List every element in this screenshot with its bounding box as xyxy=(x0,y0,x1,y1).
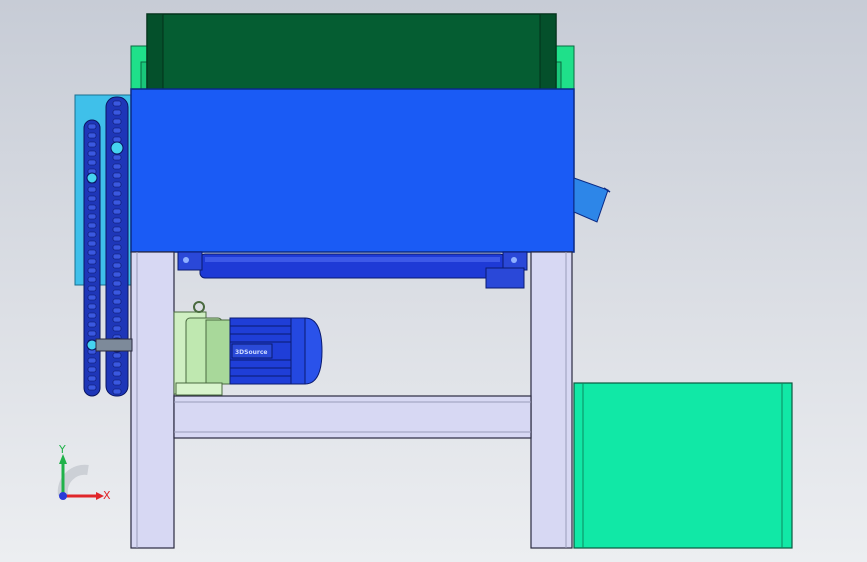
cad-viewport[interactable]: 3DSource Y X xyxy=(0,0,867,562)
chain-link xyxy=(87,312,97,319)
triad-y-label: Y xyxy=(58,443,66,456)
roller-bearing-left xyxy=(177,251,203,271)
chain-link xyxy=(87,195,97,202)
chain-link xyxy=(112,316,122,323)
chain-drive xyxy=(83,96,133,397)
chain-link xyxy=(87,159,97,166)
triad-origin-icon xyxy=(59,492,67,500)
sprocket-top-hub xyxy=(110,141,124,155)
chain-link xyxy=(112,361,122,368)
chain-link xyxy=(112,172,122,179)
chain-link xyxy=(112,100,122,107)
chain-link xyxy=(112,208,122,215)
chain-link xyxy=(87,141,97,148)
sprocket-mid-hub xyxy=(86,172,98,184)
chain-link xyxy=(112,370,122,377)
chain-link xyxy=(112,163,122,170)
chain-link xyxy=(112,352,122,359)
chain-link xyxy=(87,276,97,283)
drive-shaft xyxy=(95,338,133,352)
chain-link xyxy=(87,330,97,337)
chain-link xyxy=(112,109,122,116)
roller-highlight xyxy=(205,257,500,262)
chain-link xyxy=(87,321,97,328)
lifting-eye-icon xyxy=(193,301,205,313)
chain-link xyxy=(87,150,97,157)
chain-link xyxy=(112,289,122,296)
bearing-bolt-left xyxy=(183,257,189,263)
triad-rotation-arc xyxy=(57,464,89,496)
chain-link xyxy=(112,325,122,332)
chain-link xyxy=(112,244,122,251)
triad-x-label: X xyxy=(103,489,111,502)
chain-link xyxy=(112,307,122,314)
chain-link xyxy=(112,253,122,260)
roller-mount-right xyxy=(485,267,525,289)
chain-link xyxy=(112,154,122,161)
chain-link xyxy=(87,375,97,382)
hopper-side-left xyxy=(146,13,164,91)
chain-link xyxy=(112,388,122,395)
discharge-chute xyxy=(573,177,609,223)
chain-link xyxy=(87,186,97,193)
chain-link xyxy=(87,213,97,220)
hopper xyxy=(146,13,557,91)
chain-link xyxy=(112,136,122,143)
chain-link xyxy=(87,357,97,364)
chain-link xyxy=(112,271,122,278)
chain-link xyxy=(87,258,97,265)
chain-link xyxy=(112,127,122,134)
hopper-side-right xyxy=(539,13,557,91)
chain-link xyxy=(112,118,122,125)
chain-link xyxy=(87,231,97,238)
chain-link xyxy=(112,199,122,206)
chain-link xyxy=(87,222,97,229)
chain-link xyxy=(87,285,97,292)
chain-link xyxy=(87,240,97,247)
chain-link xyxy=(112,262,122,269)
chain-link xyxy=(87,303,97,310)
chain-link xyxy=(112,298,122,305)
collection-bin xyxy=(573,382,793,549)
gearbox-foot xyxy=(175,382,223,396)
crusher-housing xyxy=(130,88,575,253)
chain-link xyxy=(112,217,122,224)
bearing-bolt-right xyxy=(511,257,517,263)
chain-link xyxy=(112,181,122,188)
chain-link xyxy=(112,379,122,386)
chain-link xyxy=(87,249,97,256)
motor-brand-label: 3DSource xyxy=(235,349,267,356)
coordinate-triad: Y X xyxy=(57,443,111,502)
chain-link xyxy=(87,294,97,301)
chain-link xyxy=(87,384,97,391)
chain-link xyxy=(87,204,97,211)
chain-link xyxy=(112,280,122,287)
motor-end-cap xyxy=(304,317,323,385)
chain-link xyxy=(112,190,122,197)
gearbox-collar xyxy=(205,319,231,385)
chain-link xyxy=(87,267,97,274)
chain-link xyxy=(87,366,97,373)
chain-link xyxy=(87,123,97,130)
chain-link xyxy=(112,235,122,242)
chain-link xyxy=(112,226,122,233)
motor-fan-cover xyxy=(290,317,306,385)
chain-link xyxy=(87,132,97,139)
machine-model: 3DSource Y X xyxy=(57,13,793,549)
